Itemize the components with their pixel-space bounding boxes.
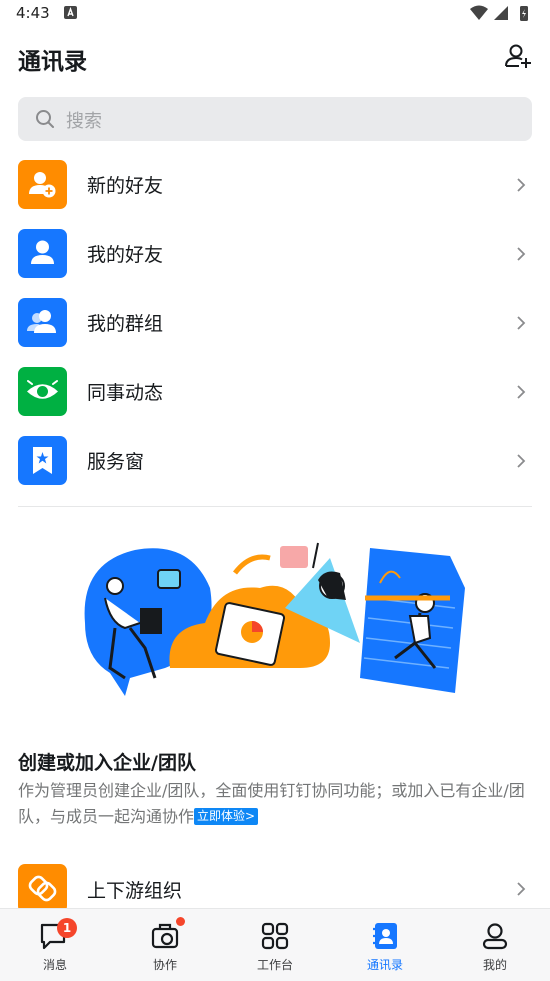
- group-icon: [18, 298, 67, 347]
- chevron-right-icon: [517, 316, 526, 330]
- bottom-tab-bar: 1 消息 协作 工作台 通讯录 我的: [0, 908, 550, 981]
- search-placeholder: 搜索: [66, 111, 102, 132]
- tab-messages[interactable]: 1 消息: [0, 909, 110, 981]
- user-icon: [18, 229, 67, 278]
- tab-workbench[interactable]: 工作台: [220, 909, 330, 981]
- add-user-icon: [18, 160, 67, 209]
- eye-icon: [18, 367, 67, 416]
- link-icon: [18, 864, 67, 913]
- contacts-icon: [373, 923, 397, 949]
- grid-icon: [261, 922, 289, 950]
- status-time: 4:43: [16, 4, 50, 22]
- promo-description-text: 作为管理员创建企业/团队，全面使用钉钉协同功能；或加入已有企业/团队，与成员一起…: [18, 781, 525, 826]
- header: 通讯录: [0, 28, 550, 88]
- menu-item-label: 上下游组织: [87, 880, 183, 902]
- tab-contacts[interactable]: 通讯录: [330, 909, 440, 981]
- menu-item-label: 我的好友: [87, 244, 164, 266]
- bookmark-star-icon: [18, 436, 67, 485]
- tab-me[interactable]: 我的: [440, 909, 550, 981]
- tab-label: 协作: [152, 958, 177, 972]
- chevron-right-icon: [517, 178, 526, 192]
- chevron-right-icon: [517, 454, 526, 468]
- add-friend-icon[interactable]: [504, 42, 532, 70]
- chevron-right-icon: [517, 882, 526, 896]
- menu-item-label: 服务窗: [87, 451, 145, 473]
- page-title: 通讯录: [18, 49, 87, 75]
- unread-badge: 1: [57, 918, 77, 938]
- promo-title: 创建或加入企业/团队: [18, 752, 196, 774]
- menu-item-upstream-downstream-org[interactable]: 上下游组织: [0, 856, 550, 916]
- tab-collaboration[interactable]: 协作: [110, 909, 220, 981]
- menu-item-my-friends[interactable]: 我的好友: [0, 219, 550, 288]
- notification-dot: [176, 917, 185, 926]
- tab-label: 工作台: [256, 958, 293, 972]
- tab-label: 消息: [42, 958, 67, 972]
- menu-item-label: 同事动态: [87, 382, 164, 404]
- briefcase-icon: [151, 923, 179, 949]
- status-bar: 4:43: [0, 0, 550, 28]
- menu-item-service-window[interactable]: 服务窗: [0, 426, 550, 495]
- notification-app-icon: [64, 6, 77, 19]
- profile-icon: [482, 923, 508, 950]
- menu-item-label: 我的群组: [87, 313, 164, 335]
- signal-icon: [494, 6, 508, 20]
- search-icon: [36, 110, 54, 128]
- promo-description: 作为管理员创建企业/团队，全面使用钉钉协同功能；或加入已有企业/团队，与成员一起…: [18, 778, 532, 830]
- tab-label: 通讯录: [366, 958, 403, 972]
- menu-item-colleague-updates[interactable]: 同事动态: [0, 357, 550, 426]
- menu-item-my-groups[interactable]: 我的群组: [0, 288, 550, 357]
- system-status-icons: [470, 5, 528, 21]
- try-now-link[interactable]: 立即体验>: [194, 808, 259, 825]
- menu-item-label: 新的好友: [87, 175, 164, 197]
- team-illustration: [84, 542, 465, 696]
- chevron-right-icon: [517, 247, 526, 261]
- divider: [18, 506, 532, 507]
- tab-label: 我的: [482, 958, 507, 972]
- menu-item-new-friends[interactable]: 新的好友: [0, 150, 550, 219]
- wifi-icon: [470, 5, 488, 20]
- chevron-right-icon: [517, 385, 526, 399]
- search-input[interactable]: 搜索: [18, 97, 532, 141]
